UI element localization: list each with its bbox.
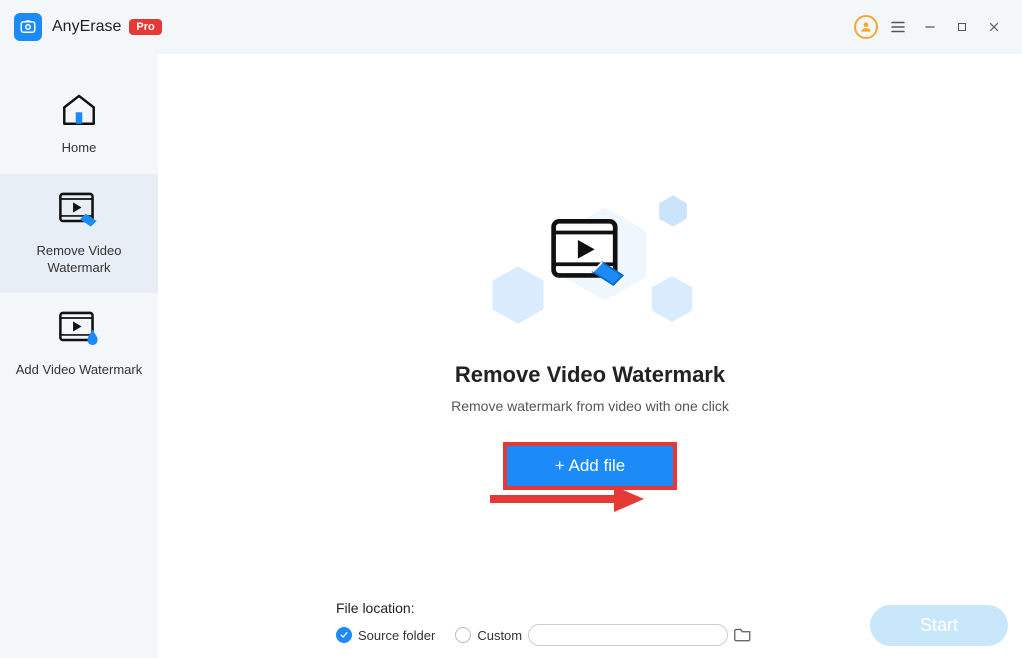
sidebar-item-label: Remove Video Watermark (6, 243, 152, 277)
file-location-label: File location: (336, 600, 752, 616)
radio-unselected-icon (455, 627, 471, 643)
start-button[interactable]: Start (870, 605, 1008, 646)
footer-bar: File location: Source folder Custom (336, 600, 1008, 646)
hero-illustration (480, 164, 700, 344)
sidebar-item-home[interactable]: Home (0, 74, 158, 174)
maximize-button[interactable] (948, 13, 976, 41)
add-file-highlight: + Add file (503, 442, 677, 490)
menu-button[interactable] (884, 13, 912, 41)
sidebar-item-label: Add Video Watermark (16, 362, 142, 379)
hexagon-bg-icon (650, 274, 694, 324)
maximize-icon (956, 21, 968, 33)
close-icon (987, 20, 1001, 34)
home-icon (59, 91, 99, 132)
sidebar-item-add-video-watermark[interactable]: Add Video Watermark (0, 293, 158, 395)
video-erase-large-icon (548, 215, 632, 293)
main-subtitle: Remove watermark from video with one cli… (451, 398, 729, 414)
source-folder-option[interactable]: Source folder (336, 627, 435, 643)
video-droplet-icon (57, 309, 101, 354)
source-folder-label: Source folder (358, 628, 435, 643)
custom-path-input[interactable] (528, 624, 728, 646)
app-title: AnyErase (52, 18, 121, 36)
account-button[interactable] (852, 13, 880, 41)
add-file-button[interactable]: + Add file (507, 446, 673, 486)
browse-folder-button[interactable] (734, 626, 752, 645)
main-title: Remove Video Watermark (455, 362, 725, 388)
sidebar: Home Remove Video Watermark (0, 54, 158, 658)
sidebar-item-remove-video-watermark[interactable]: Remove Video Watermark (0, 174, 158, 293)
account-icon (854, 15, 878, 39)
folder-icon (734, 626, 752, 642)
pro-badge: Pro (129, 19, 161, 35)
radio-selected-icon (336, 627, 352, 643)
hexagon-bg-icon (490, 264, 546, 326)
minimize-icon (923, 20, 937, 34)
sidebar-item-label: Home (62, 140, 97, 157)
close-button[interactable] (980, 13, 1008, 41)
minimize-button[interactable] (916, 13, 944, 41)
video-erase-icon (57, 190, 101, 235)
app-logo-icon (14, 13, 42, 41)
custom-folder-option[interactable]: Custom (455, 624, 752, 646)
main-panel: Remove Video Watermark Remove watermark … (158, 54, 1022, 658)
hexagon-bg-icon (658, 194, 688, 228)
custom-label: Custom (477, 628, 522, 643)
menu-icon (889, 18, 907, 36)
titlebar: AnyErase Pro (0, 0, 1022, 54)
